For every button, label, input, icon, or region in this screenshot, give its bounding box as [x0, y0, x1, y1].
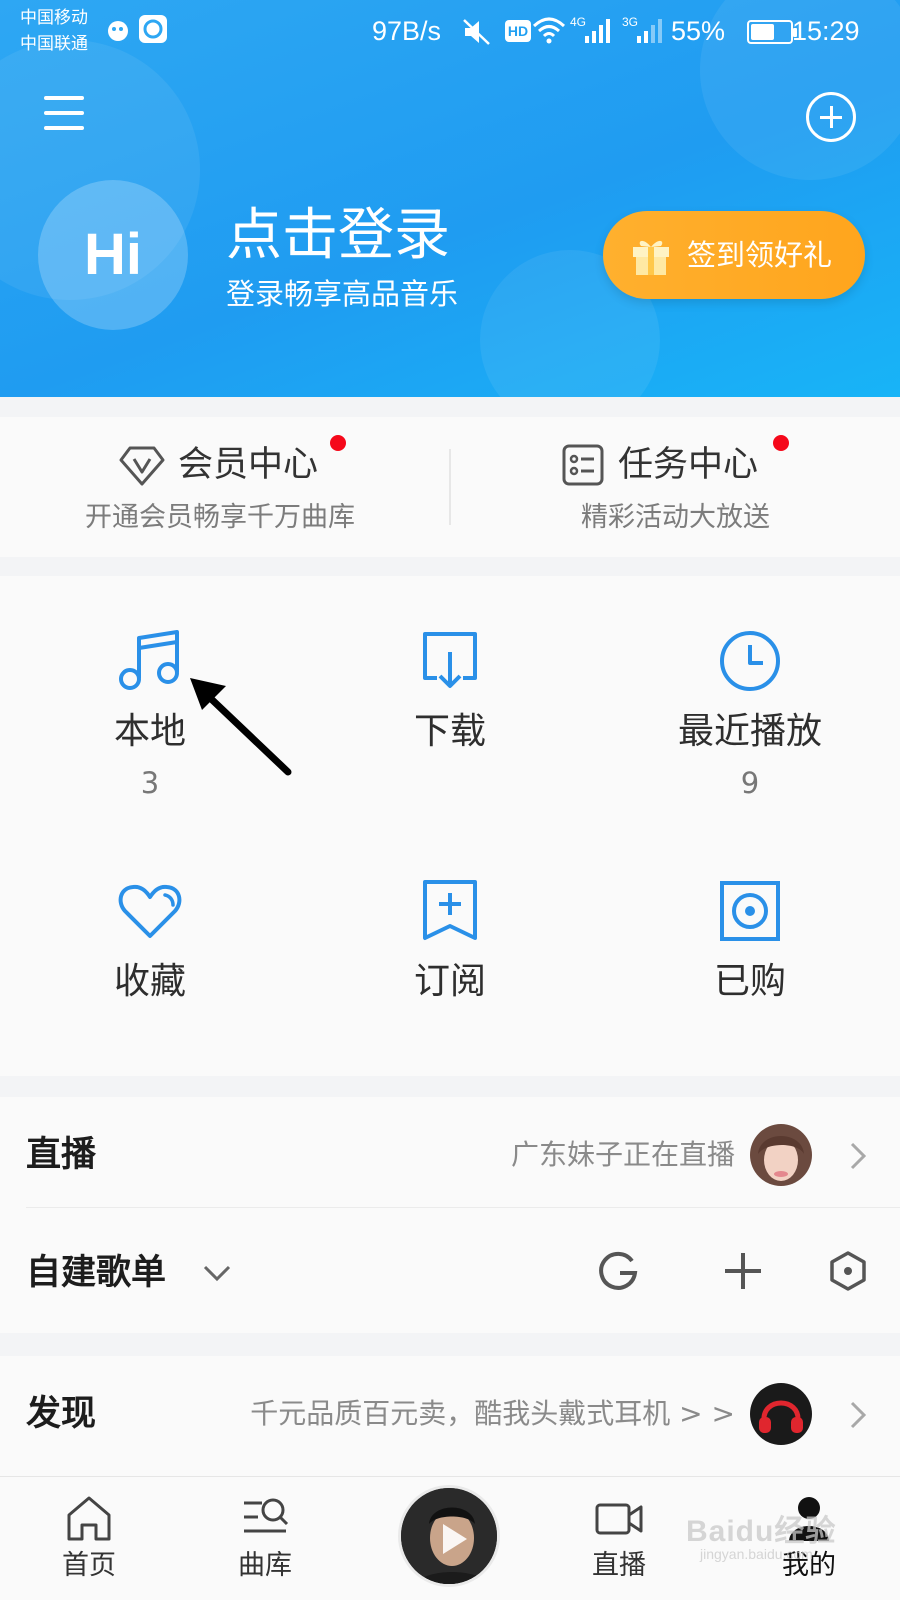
nav-label: 首页	[62, 1550, 116, 1581]
app-notification-icon	[139, 15, 167, 43]
member-center-subtitle: 开通会员畅享千万曲库	[85, 502, 355, 533]
discover-row-hint: 千元品质百元卖，酷我头戴式耳机 > >	[250, 1397, 735, 1430]
mute-icon	[463, 19, 490, 45]
live-row[interactable]: 直播 广东妹子正在直播	[0, 1097, 900, 1215]
purchased-icon	[720, 881, 780, 941]
carrier-1: 中国移动	[20, 8, 88, 28]
home-icon	[67, 1496, 111, 1541]
headphone-promo-thumbnail	[750, 1383, 812, 1445]
vip-diamond-icon	[119, 446, 165, 486]
battery-percent: 55%	[671, 16, 726, 46]
gift-icon	[633, 240, 669, 275]
video-camera-icon	[595, 1503, 643, 1535]
member-notification-dot	[330, 435, 346, 451]
grid-item-label: 最近播放	[677, 711, 822, 752]
discover-row[interactable]: 发现 千元品质百元卖，酷我头戴式耳机 > >	[0, 1356, 900, 1474]
hd-badge: HD	[505, 20, 531, 42]
task-list-icon	[562, 444, 604, 486]
nav-label: 直播	[592, 1550, 646, 1581]
grid-item-count: 9	[740, 766, 760, 800]
task-center-title: 任务中心	[618, 445, 759, 485]
grid-item-label: 下载	[413, 711, 486, 752]
battery-icon	[747, 20, 797, 44]
list-section: 发现 千元品质百元卖，酷我头戴式耳机 > >	[0, 1356, 900, 1476]
music-note-icon	[119, 630, 179, 690]
playlist-settings-icon[interactable]	[822, 1245, 874, 1297]
login-subtitle: 登录畅享高品音乐	[226, 277, 459, 311]
task-notification-dot	[773, 435, 789, 451]
menu-icon[interactable]	[44, 96, 86, 132]
task-center-subtitle: 精彩活动大放送	[581, 502, 770, 533]
grid-item-label: 收藏	[113, 961, 186, 1002]
profile-header: 中国移动 中国联通 97B/s HD 4G 3G 55% 15:29 Hi 点击…	[0, 0, 900, 397]
watermark: Baidu经验	[686, 1515, 837, 1548]
member-center-title: 会员中心	[178, 445, 319, 485]
signin-label: 签到领好礼	[687, 238, 833, 272]
grid-item-label: 已购	[713, 961, 786, 1002]
net-speed: 97B/s	[372, 16, 442, 46]
live-row-title: 直播	[26, 1135, 97, 1175]
annotation-arrow-icon	[190, 678, 292, 776]
chevron-right-icon	[850, 1142, 867, 1170]
subscribe-icon	[423, 880, 477, 940]
list-section: 直播 广东妹子正在直播 自建歌单	[0, 1097, 900, 1333]
live-row-hint: 广东妹子正在直播	[510, 1138, 735, 1171]
member-center-entry[interactable]: 会员中心 开通会员畅享千万曲库	[0, 417, 449, 557]
playlist-row: 自建歌单	[0, 1215, 900, 1333]
signal-icon	[637, 19, 662, 43]
task-center-entry[interactable]: 任务中心 精彩活动大放送	[451, 417, 900, 557]
add-playlist-icon[interactable]	[717, 1245, 769, 1297]
carrier-2: 中国联通	[20, 34, 88, 54]
member-task-card: 会员中心 开通会员畅享千万曲库 任务中心 精彩活动大放送	[0, 417, 900, 557]
import-playlist-icon[interactable]	[592, 1245, 644, 1297]
live-streamer-avatar	[750, 1124, 812, 1186]
playlist-row-title[interactable]: 自建歌单	[26, 1251, 166, 1295]
nav-label: 曲库	[238, 1550, 292, 1581]
now-playing-disc[interactable]	[398, 1485, 500, 1587]
login-title[interactable]: 点击登录	[226, 203, 450, 269]
library-grid: 本地 3 下载 最近播放 9 收藏 订阅 已购	[0, 576, 900, 1076]
avatar[interactable]: Hi	[38, 180, 188, 330]
clock-time: 15:29	[792, 16, 860, 46]
grid-item-label: 订阅	[413, 961, 486, 1002]
nav-home[interactable]: 首页	[14, 1477, 164, 1600]
divider	[26, 1207, 900, 1208]
discover-row-title: 发现	[26, 1394, 97, 1434]
wifi-icon	[532, 17, 566, 44]
chevron-right-icon	[850, 1401, 867, 1429]
signin-gift-button[interactable]: 签到领好礼	[603, 211, 865, 299]
chevron-down-icon[interactable]	[202, 1261, 232, 1285]
clock-icon	[720, 631, 780, 691]
download-icon	[423, 632, 477, 688]
library-search-icon	[244, 1498, 289, 1533]
nav-library[interactable]: 曲库	[190, 1477, 340, 1600]
app-notification-icon	[108, 21, 128, 41]
status-bar: 中国移动 中国联通 97B/s HD 4G 3G 55% 15:29	[0, 0, 900, 60]
watermark-url: jingyan.baidu.com	[700, 1546, 813, 1562]
add-icon[interactable]	[806, 92, 856, 142]
album-cover	[401, 1488, 497, 1584]
heart-icon	[118, 884, 182, 938]
signal-icon	[585, 19, 610, 43]
nav-live[interactable]: 直播	[544, 1477, 694, 1600]
